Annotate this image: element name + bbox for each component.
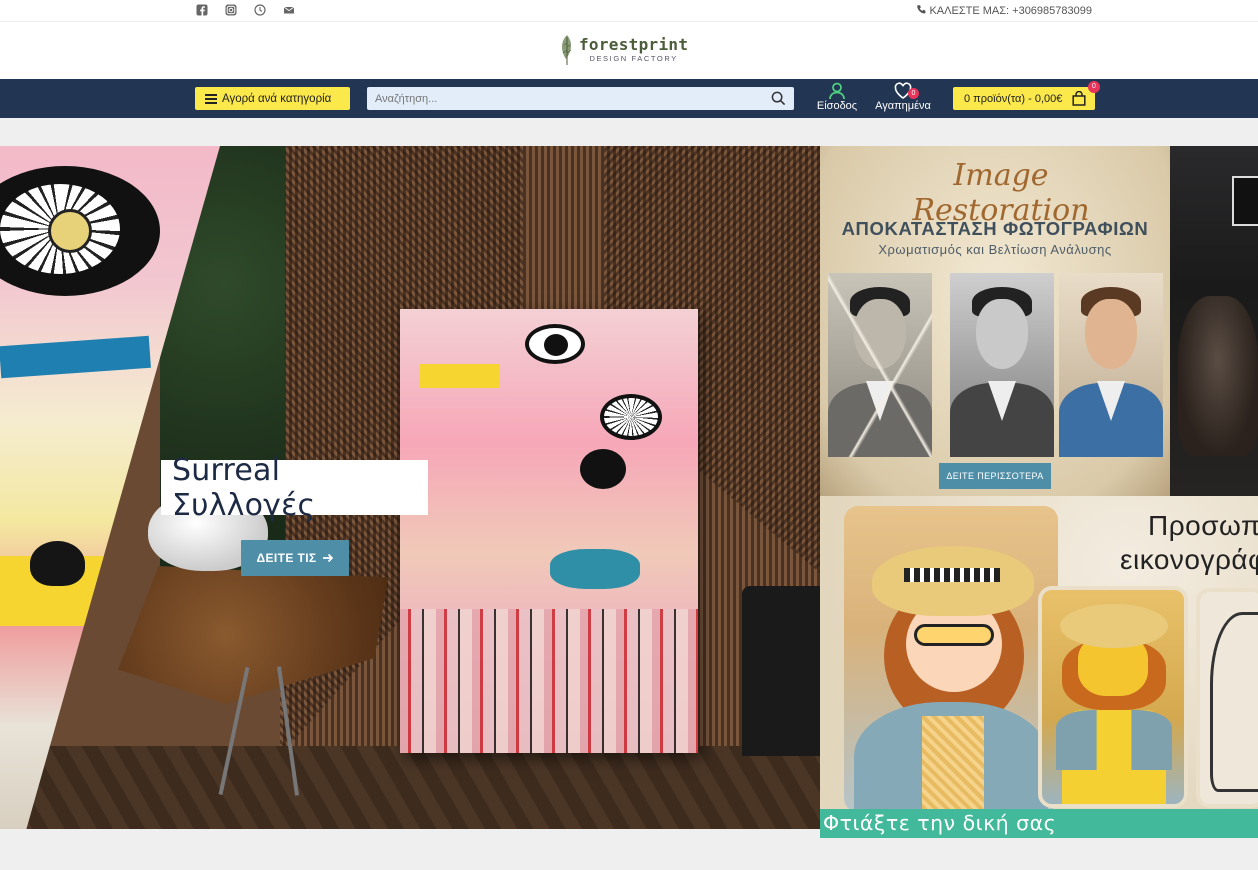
cartoon-portrait-image xyxy=(844,506,1058,812)
hero-slider[interactable]: Surreal Συλλογές ΔΕΙΤΕ ΤΙΣ xyxy=(0,146,820,829)
leaf-logo-icon xyxy=(561,35,572,65)
facebook-icon[interactable] xyxy=(196,4,208,16)
login-link[interactable]: Είσοδος xyxy=(815,82,859,112)
call-us-label: ΚΑΛΕΣΤΕ ΜΑΣ: +306985783099 xyxy=(929,5,1092,17)
cart-count-badge: 0 xyxy=(1088,81,1100,93)
logo-bar: forestprint DESIGN FACTORY xyxy=(0,22,1258,79)
top-bar: ΚΑΛΕΣΤΕ ΜΑΣ: +306985783099 xyxy=(0,0,1258,22)
search-icon[interactable] xyxy=(771,91,786,106)
cart-button[interactable]: 0 προϊόν(τα) - 0,00€ xyxy=(953,87,1095,110)
logo-text: forestprint DESIGN FACTORY xyxy=(579,35,689,64)
social-links xyxy=(196,4,295,16)
hero-title: Surreal Συλλογές xyxy=(161,453,428,523)
dog-photo xyxy=(1170,146,1258,496)
instagram-icon[interactable] xyxy=(225,4,237,16)
hero-cta-button[interactable]: ΔΕΙΤΕ ΤΙΣ xyxy=(241,540,349,576)
phone-icon xyxy=(916,4,927,18)
search-input[interactable] xyxy=(367,87,794,110)
arrow-right-icon xyxy=(322,553,333,563)
hamburger-icon xyxy=(205,93,217,104)
photo-colorized xyxy=(1059,273,1163,457)
category-menu-button[interactable]: Αγορά ανά κατηγορία xyxy=(195,87,350,110)
favorites-count-badge: 0 xyxy=(908,88,919,99)
restoration-subtitle: Χρωματισμός και Βελτίωση Ανάλυσης xyxy=(878,242,1112,257)
site-logo[interactable]: forestprint DESIGN FACTORY xyxy=(558,34,688,66)
restoration-title: ΑΠΟΚΑΤΑΣΤΑΣΗ ΦΩΤΟΓΡΑΦΙΩΝ xyxy=(841,218,1149,239)
lego-portrait-image xyxy=(1038,586,1188,808)
portrait-title-line1: Προσωπ xyxy=(1148,510,1258,541)
hero-image-canvas xyxy=(400,309,698,753)
call-us[interactable]: ΚΑΛΕΣΤΕ ΜΑΣ: +306985783099 xyxy=(916,4,1092,18)
portrait-illustration-banner[interactable]: Προσωπ εικονογράφ Φτιάξτε την δική σας xyxy=(820,496,1258,838)
image-restoration-banner[interactable]: Image Restoration ΑΠΟΚΑΤΑΣΤΑΣΗ ΦΩΤΟΓΡΑΦΙ… xyxy=(820,146,1258,496)
whatsapp-icon[interactable] xyxy=(254,4,266,16)
photo-damaged xyxy=(828,273,932,457)
hero-image-pot xyxy=(742,586,820,756)
email-icon[interactable] xyxy=(283,4,295,16)
shopping-bag-icon xyxy=(1072,91,1086,106)
photo-restored xyxy=(950,273,1054,457)
main-nav: Αγορά ανά κατηγορία Είσοδος 0 Αγαπημένα … xyxy=(0,79,1258,118)
user-icon xyxy=(829,82,845,100)
logo-tagline: DESIGN FACTORY xyxy=(589,54,678,63)
logo-name: forestprint xyxy=(579,35,689,54)
restoration-more-button[interactable]: ΔΕΙΤΕ ΠΕΡΙΣΣΟΤΕΡΑ xyxy=(939,463,1051,489)
favorites-label: Αγαπημένα xyxy=(875,100,931,112)
search-box xyxy=(367,87,794,110)
favorites-link[interactable]: 0 Αγαπημένα xyxy=(872,82,934,112)
sketch-portrait-image xyxy=(1196,588,1258,808)
portrait-title-line2: εικονογράφ xyxy=(1120,544,1258,575)
hero-image-floor xyxy=(0,746,820,829)
hero-cta-label: ΔΕΙΤΕ ΤΙΣ xyxy=(256,551,317,565)
portrait-caption[interactable]: Φτιάξτε την δική σας xyxy=(820,809,1258,838)
category-menu-label: Αγορά ανά κατηγορία xyxy=(222,92,332,105)
login-label: Είσοδος xyxy=(816,100,858,112)
cart-label: 0 προϊόν(τα) - 0,00€ xyxy=(964,92,1063,105)
